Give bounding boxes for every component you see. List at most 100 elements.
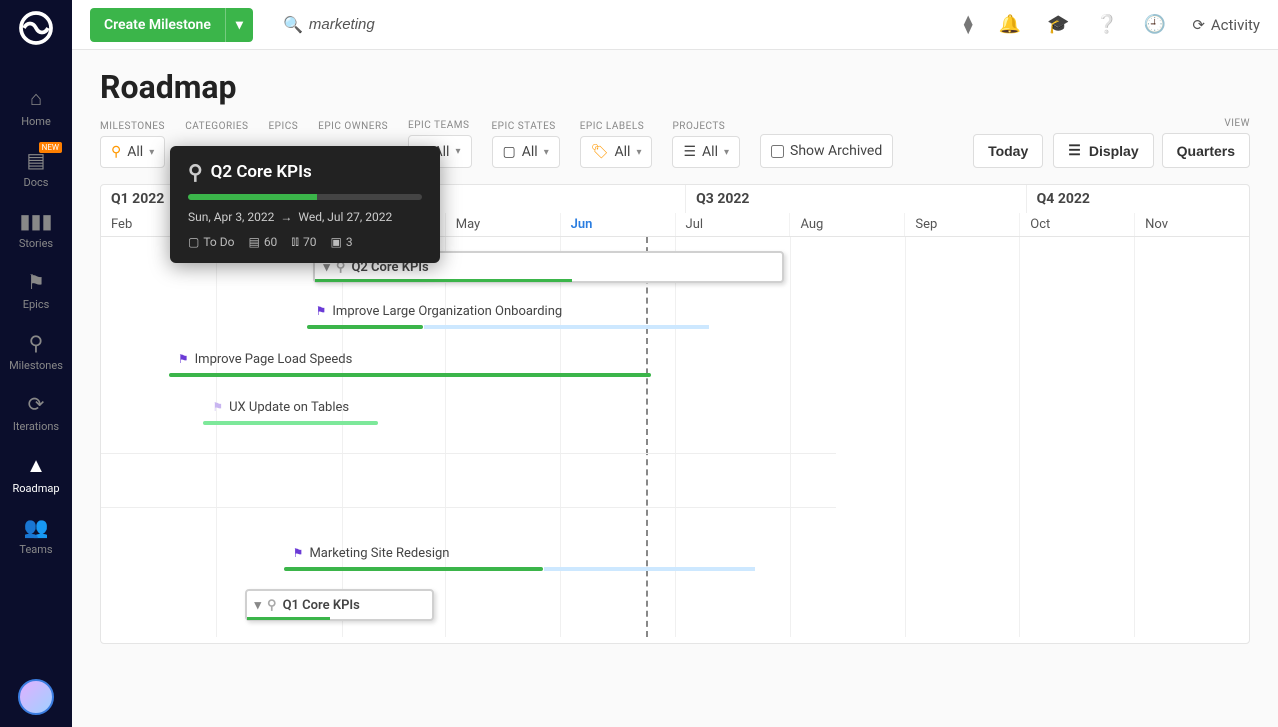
timeline-body[interactable]: ▾ ⚲ Q2 Core KPIs ⚑ Improve Large Organiz… <box>101 237 1249 637</box>
nav-label: Teams <box>19 543 52 556</box>
search-icon: 🔍 <box>283 15 303 34</box>
nav-label: Stories <box>19 237 53 250</box>
bar-label: Marketing Site Redesign <box>309 546 449 561</box>
nav-iterations[interactable]: ⟳ Iterations <box>0 382 72 443</box>
bars-icon: ⫾⫾ <box>291 234 299 249</box>
filter-label-states: EPIC STATES <box>492 121 560 132</box>
count-icon: ▤ <box>248 235 259 249</box>
bar-label: Q1 Core KPIs <box>283 598 360 613</box>
teams-icon: 👥 <box>24 515 49 539</box>
tooltip-q2-kpis: ⚲ Q2 Core KPIs Sun, Apr 3, 2022 → Wed, J… <box>170 146 440 263</box>
filter-label-projects: PROJECTS <box>672 121 740 132</box>
filter-label-epics: EPICS <box>269 121 299 132</box>
new-badge: NEW <box>39 142 62 153</box>
home-icon: ⌂ <box>30 86 42 111</box>
archived-label: Show Archived <box>790 143 882 159</box>
nav-label: Roadmap <box>12 482 59 495</box>
flag-icon: ⚑ <box>212 400 223 414</box>
quarter-cell: Q3 2022 <box>686 185 1027 213</box>
bolt-icon[interactable]: ⧫ <box>964 14 973 35</box>
bar-onboarding[interactable]: ⚑ Improve Large Organization Onboarding <box>308 295 710 327</box>
bar-label: Improve Large Organization Onboarding <box>332 304 562 319</box>
month-cell: Jul <box>676 213 791 236</box>
filter-epic-labels[interactable]: 🏷All▾ <box>580 136 653 168</box>
month-cell-current: Jun <box>561 213 676 236</box>
filter-label-categories: CATEGORIES <box>185 121 248 132</box>
filter-projects[interactable]: ☰All▾ <box>672 136 740 168</box>
page-title: Roadmap <box>100 68 1250 106</box>
create-milestone-button[interactable]: Create Milestone ▾ <box>90 8 253 42</box>
quarter-cell: Q4 2022 <box>1027 185 1249 213</box>
bar-q1-core-kpis[interactable]: ▾ ⚲ Q1 Core KPIs <box>245 589 434 621</box>
activity-label: Activity <box>1211 16 1260 34</box>
clock-icon[interactable]: 🕘 <box>1144 14 1166 35</box>
filter-label-epiclabels: EPIC LABELS <box>580 121 653 132</box>
month-cell: Nov <box>1135 213 1249 236</box>
nav-milestones[interactable]: ⚲ Milestones <box>0 321 72 382</box>
user-avatar[interactable] <box>18 679 54 715</box>
nav-label: Home <box>21 115 51 128</box>
month-cell: May <box>446 213 561 236</box>
filter-label-view: VIEW <box>1053 118 1250 129</box>
roadmap-icon: ▲ <box>26 453 46 478</box>
stories-icon: ▮▮▮ <box>19 209 52 233</box>
bar-ux-tables[interactable]: ⚑ UX Update on Tables <box>204 391 663 423</box>
chevron-down-icon: ▾ <box>149 147 154 158</box>
month-cell: Sep <box>905 213 1020 236</box>
create-caret-icon[interactable]: ▾ <box>225 8 253 42</box>
flag-icon: ⚑ <box>178 352 189 366</box>
search-wrap: 🔍 <box>283 15 509 34</box>
nav-roadmap[interactable]: ▲ Roadmap <box>0 443 72 505</box>
filter-label-teams: EPIC TEAMS <box>408 120 471 131</box>
nav-teams[interactable]: 👥 Teams <box>0 505 72 566</box>
doc-icon: ▣ <box>331 235 342 249</box>
nav-docs[interactable]: NEW ▤ Docs <box>0 138 72 199</box>
app-logo-icon <box>18 10 54 46</box>
tooltip-end: Wed, Jul 27, 2022 <box>298 210 392 224</box>
status-icon: ▢ <box>188 235 199 249</box>
help-icon[interactable]: ❔ <box>1095 14 1117 35</box>
activity-link[interactable]: ⟳ Activity <box>1192 16 1260 34</box>
tooltip-status: To Do <box>203 235 234 249</box>
nav-stories[interactable]: ▮▮▮ Stories <box>0 199 72 260</box>
tooltip-stat1: 60 <box>264 235 278 249</box>
pin-icon: ⚲ <box>188 160 203 184</box>
search-input[interactable] <box>309 16 509 33</box>
archived-checkbox-input[interactable] <box>771 145 784 158</box>
quarters-button[interactable]: Quarters <box>1162 133 1250 168</box>
arrow-right-icon: → <box>280 210 292 224</box>
activity-icon: ⟳ <box>1192 16 1205 34</box>
create-label: Create Milestone <box>90 8 225 42</box>
display-button[interactable]: ☰Display <box>1053 133 1153 168</box>
month-cell: Oct <box>1020 213 1135 236</box>
sliders-icon: ☰ <box>1068 142 1081 159</box>
iterations-icon: ⟳ <box>28 392 45 416</box>
milestones-icon: ⚲ <box>29 331 44 355</box>
flag-icon: ⚑ <box>293 546 304 560</box>
tooltip-stat2: 70 <box>303 235 317 249</box>
bar-label: Improve Page Load Speeds <box>195 352 353 367</box>
tooltip-start: Sun, Apr 3, 2022 <box>188 210 274 224</box>
caret-down-icon[interactable]: ▾ <box>255 598 262 613</box>
bar-marketing[interactable]: ⚑ Marketing Site Redesign <box>285 537 756 569</box>
nav-epics[interactable]: ⚑ Epics <box>0 260 72 321</box>
graduation-icon[interactable]: 🎓 <box>1047 14 1069 35</box>
nav-label: Docs <box>24 176 49 189</box>
tooltip-title: Q2 Core KPIs <box>211 162 312 182</box>
nav-home[interactable]: ⌂ Home <box>0 76 72 138</box>
sidebar: ⌂ Home NEW ▤ Docs ▮▮▮ Stories ⚑ Epics ⚲ … <box>0 0 72 727</box>
topbar: Create Milestone ▾ 🔍 ⧫ 🔔 🎓 ❔ 🕘 ⟳ Activit… <box>72 0 1278 50</box>
chevron-down-icon: ▾ <box>544 147 549 158</box>
filter-milestones[interactable]: ⚲All▾ <box>100 136 165 168</box>
bar-label: UX Update on Tables <box>229 400 349 415</box>
bar-pageload[interactable]: ⚑ Improve Page Load Speeds <box>170 343 652 375</box>
show-archived-checkbox[interactable]: Show Archived <box>760 134 893 168</box>
flag-icon: ⚑ <box>316 304 327 318</box>
filter-epic-states[interactable]: ▢All▾ <box>492 136 560 168</box>
bell-icon[interactable]: 🔔 <box>999 14 1021 35</box>
nav-label: Iterations <box>13 420 59 433</box>
nav-label: Milestones <box>9 359 63 372</box>
today-button[interactable]: Today <box>973 134 1043 168</box>
chevron-down-icon: ▾ <box>455 146 460 157</box>
tooltip-stat3: 3 <box>346 235 353 249</box>
